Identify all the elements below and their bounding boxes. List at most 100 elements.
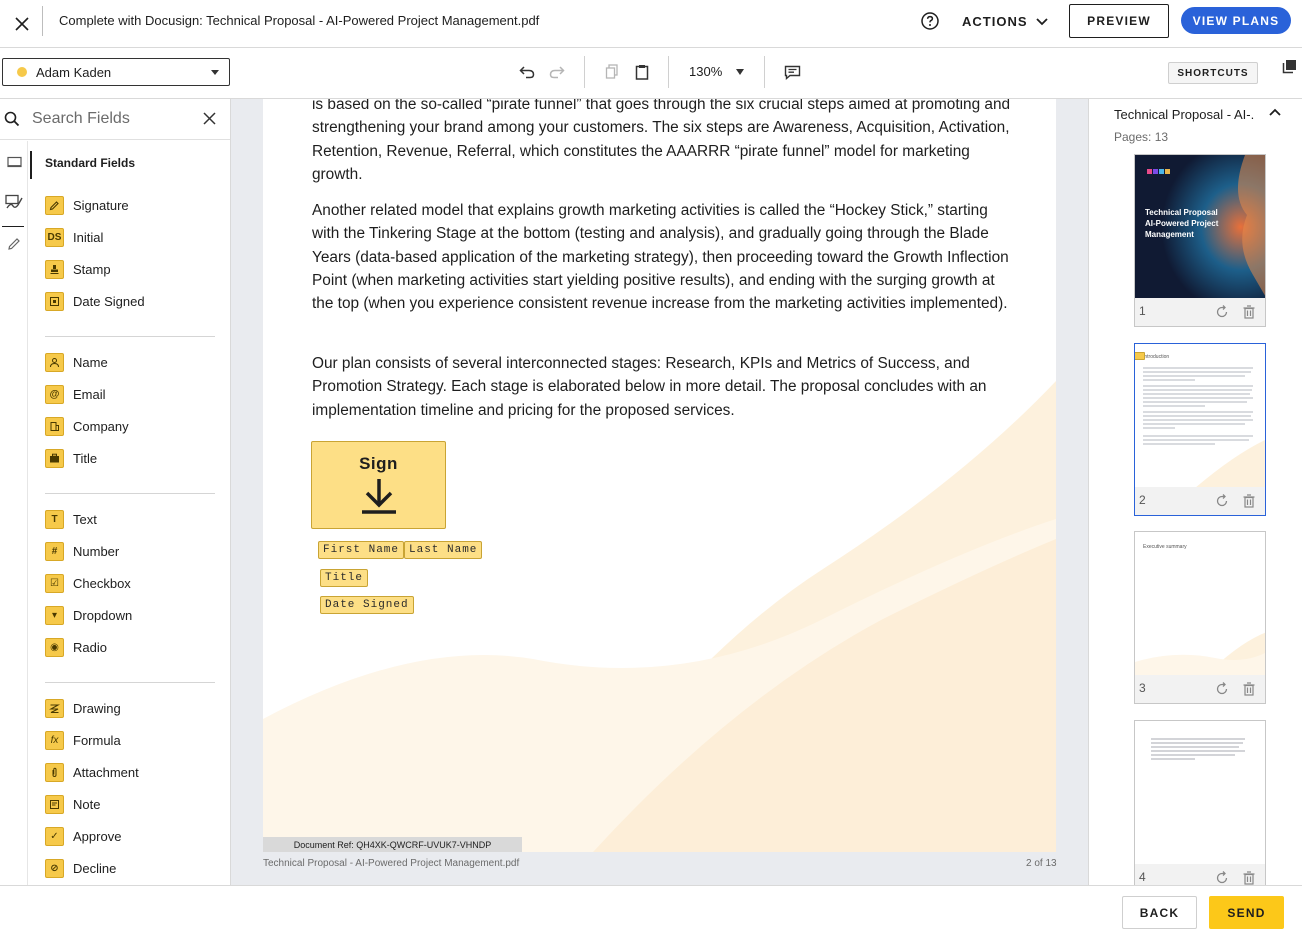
trash-icon[interactable]: [1243, 494, 1255, 508]
fields-tab-icon[interactable]: [3, 151, 25, 173]
field-label: Signature: [73, 197, 129, 213]
search-fields-input[interactable]: [32, 108, 192, 130]
thumbnail-preview: [1135, 721, 1265, 865]
page-count: Pages: 13: [1114, 130, 1169, 144]
field-label: Date Signed: [73, 293, 145, 309]
tool-rail: [0, 141, 28, 885]
signature-field[interactable]: Sign: [311, 441, 446, 529]
zoom-value: 130%: [689, 64, 723, 79]
field-label: Attachment: [73, 764, 139, 780]
toolbar: Adam Kaden 130% SHORTCUTS: [0, 48, 1302, 99]
signature-tool-icon[interactable]: [3, 191, 25, 213]
send-button[interactable]: SEND: [1209, 896, 1284, 929]
title-field[interactable]: Title: [320, 569, 369, 587]
recipient-name: Adam Kaden: [36, 64, 112, 80]
cover-title: Technical Proposal AI-Powered Project Ma…: [1145, 208, 1219, 239]
document-page[interactable]: is based on the so-called “pirate funnel…: [263, 99, 1056, 852]
view-plans-button[interactable]: VIEW PLANS: [1181, 7, 1291, 34]
field-name[interactable]: Name: [45, 350, 220, 374]
actions-menu[interactable]: ACTIONS: [962, 14, 1048, 29]
trash-icon[interactable]: [1243, 682, 1255, 696]
field-label: Drawing: [73, 700, 121, 716]
field-label: Number: [73, 543, 120, 559]
field-note[interactable]: Note: [45, 792, 220, 816]
field-email[interactable]: @ Email: [45, 382, 220, 406]
undo-icon[interactable]: [517, 62, 537, 82]
thumbnail-toolbar: 4: [1135, 864, 1265, 885]
rotate-icon[interactable]: [1215, 871, 1229, 885]
pages-panel-icon[interactable]: [1279, 56, 1299, 76]
trash-icon[interactable]: [1243, 305, 1255, 319]
page-thumbnail-2[interactable]: Introduction 2: [1134, 343, 1266, 516]
page-thumbnail-1[interactable]: Technical Proposal AI-Powered Project Ma…: [1134, 154, 1266, 327]
group-divider: [45, 682, 215, 683]
field-attachment[interactable]: Attachment: [45, 760, 220, 784]
field-date-signed[interactable]: Date Signed: [45, 289, 220, 313]
redo-icon[interactable]: [547, 62, 567, 82]
stamp-icon: [45, 259, 64, 279]
drawing-icon: [45, 698, 64, 718]
trash-icon[interactable]: [1243, 871, 1255, 885]
comment-icon[interactable]: [782, 62, 802, 82]
document-viewer[interactable]: is based on the so-called “pirate funnel…: [231, 99, 1088, 885]
field-radio[interactable]: ◉ Radio: [45, 635, 220, 659]
field-dropdown[interactable]: ▾ Dropdown: [45, 603, 220, 627]
rotate-icon[interactable]: [1215, 494, 1229, 508]
actions-label: ACTIONS: [962, 14, 1028, 29]
pages-panel: Technical Proposal - AI-... Pages: 13 Te…: [1088, 99, 1302, 885]
close-icon[interactable]: [8, 10, 36, 38]
active-tab-indicator: [2, 226, 24, 227]
last-name-field[interactable]: Last Name: [404, 541, 483, 559]
document-title: Complete with Docusign: Technical Propos…: [59, 13, 540, 28]
field-decline[interactable]: ⊘ Decline: [45, 856, 220, 880]
recipient-select[interactable]: Adam Kaden: [2, 58, 230, 86]
toolbar-divider: [584, 56, 585, 88]
note-icon: [45, 794, 64, 814]
caret-down-icon: [736, 68, 745, 75]
toolbar-divider: [668, 56, 669, 88]
zoom-select[interactable]: 130%: [689, 64, 745, 79]
field-signature[interactable]: Signature: [45, 193, 220, 217]
field-formula[interactable]: fx Formula: [45, 728, 220, 752]
group-divider: [45, 336, 215, 337]
rotate-icon[interactable]: [1215, 305, 1229, 319]
radio-icon: ◉: [45, 637, 64, 657]
decline-icon: ⊘: [45, 858, 64, 878]
thumbnail-heading: Executive summary: [1143, 544, 1187, 550]
checkbox-icon: ☑: [45, 573, 64, 593]
paragraph: is based on the so-called “pirate funnel…: [312, 99, 1011, 183]
first-name-field[interactable]: First Name: [318, 541, 405, 559]
field-stamp[interactable]: Stamp: [45, 257, 220, 281]
page-preview-lines: [1143, 367, 1265, 488]
field-checkbox[interactable]: ☑ Checkbox: [45, 571, 220, 595]
page-footer-filename: Technical Proposal - AI-Powered Project …: [263, 858, 520, 869]
field-drawing[interactable]: Drawing: [45, 696, 220, 720]
field-label: Approve: [73, 828, 122, 844]
date-signed-field[interactable]: Date Signed: [320, 596, 414, 614]
group-divider: [45, 493, 215, 494]
rotate-icon[interactable]: [1215, 682, 1229, 696]
pencil-icon[interactable]: [3, 233, 25, 255]
field-number[interactable]: # Number: [45, 539, 220, 563]
back-button[interactable]: BACK: [1122, 896, 1197, 929]
page-thumbnail-4[interactable]: 4: [1134, 720, 1266, 885]
help-icon[interactable]: [920, 11, 940, 31]
paste-icon[interactable]: [632, 62, 652, 82]
field-label: Radio: [73, 639, 107, 655]
copy-icon[interactable]: [602, 62, 622, 82]
field-approve[interactable]: ✓ Approve: [45, 824, 220, 848]
building-icon: [45, 416, 64, 436]
field-company[interactable]: Company: [45, 414, 220, 438]
preview-button[interactable]: PREVIEW: [1069, 4, 1169, 38]
field-text[interactable]: T Text: [45, 507, 220, 531]
field-initial[interactable]: DS Initial: [45, 225, 220, 249]
clear-search-icon[interactable]: [203, 112, 216, 125]
page-preview-lines: [1151, 738, 1245, 760]
formula-icon: fx: [45, 730, 64, 750]
page-thumbnail-3[interactable]: Executive summary 3: [1134, 531, 1266, 704]
thumbnail-preview: Technical Proposal AI-Powered Project Ma…: [1135, 155, 1265, 299]
field-title[interactable]: Title: [45, 446, 220, 470]
shortcuts-button[interactable]: SHORTCUTS: [1168, 62, 1258, 84]
at-icon: @: [45, 384, 64, 404]
chevron-up-icon[interactable]: [1269, 108, 1281, 116]
